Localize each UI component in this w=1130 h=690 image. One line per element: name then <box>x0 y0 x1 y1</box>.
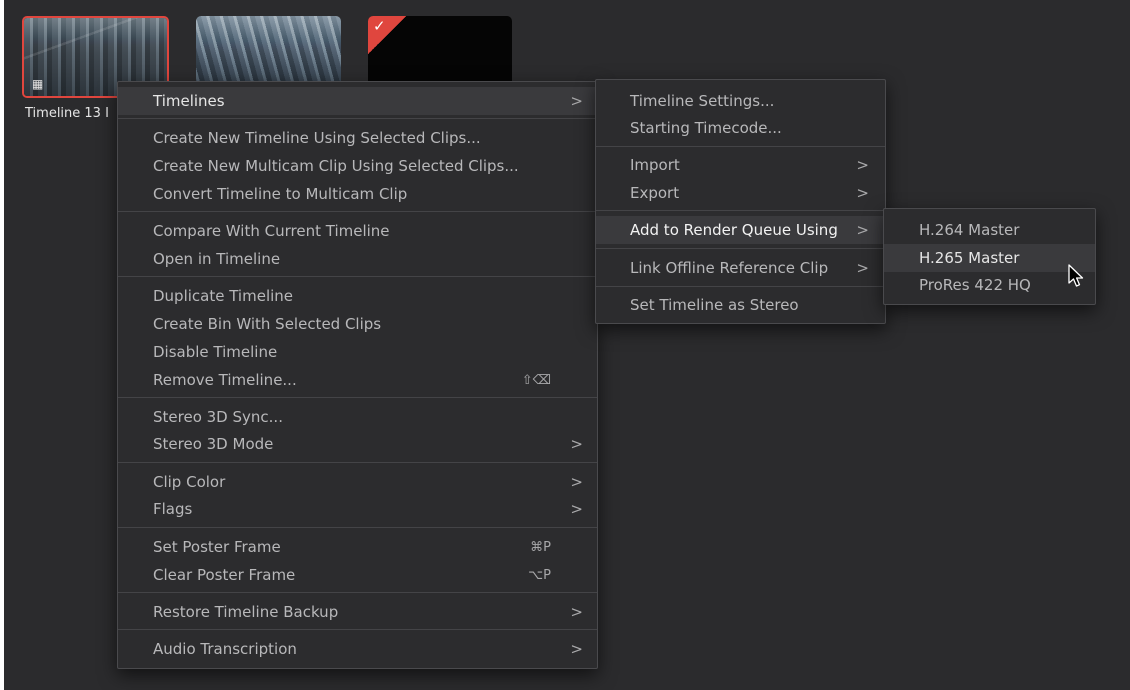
menu-item-label: Compare With Current Timeline <box>153 222 390 240</box>
menu-separator <box>118 527 597 528</box>
menu-item-label: Link Offline Reference Clip <box>630 259 829 277</box>
menu-item-create-bin[interactable]: Create Bin With Selected Clips <box>118 310 597 338</box>
menu-item-clear-poster-frame[interactable]: Clear Poster Frame ⌥P <box>118 561 597 589</box>
thumbnail-label[interactable]: Timeline 13 I <box>25 106 109 121</box>
chevron-right-icon: > <box>570 473 583 491</box>
menu-separator <box>118 592 597 593</box>
menu-item-stereo-sync[interactable]: Stereo 3D Sync... <box>118 403 597 431</box>
menu-item-label: Import <box>630 156 680 174</box>
menu-item-label: H.265 Master <box>919 249 1020 267</box>
menu-item-import[interactable]: Import > <box>596 151 885 179</box>
menu-item-label: Create New Multicam Clip Using Selected … <box>153 157 519 175</box>
menu-separator <box>118 397 597 398</box>
menu-item-label: ProRes 422 HQ <box>919 276 1031 294</box>
render-preset-submenu: H.264 Master H.265 Master ProRes 422 HQ <box>883 208 1096 305</box>
menu-item-label: Audio Transcription <box>153 640 297 658</box>
chevron-right-icon: > <box>856 221 869 239</box>
mouse-pointer-icon <box>1068 264 1084 287</box>
menu-item-create-new-timeline[interactable]: Create New Timeline Using Selected Clips… <box>118 124 597 152</box>
menu-item-label: Add to Render Queue Using <box>630 221 838 239</box>
chevron-right-icon: > <box>570 603 583 621</box>
shortcut-label: ⌘P <box>530 539 551 555</box>
menu-item-set-stereo[interactable]: Set Timeline as Stereo <box>596 291 885 319</box>
menu-item-timelines[interactable]: Timelines > <box>118 87 597 115</box>
menu-item-add-render-queue[interactable]: Add to Render Queue Using > <box>596 216 885 244</box>
menu-separator <box>596 210 885 211</box>
menu-item-label: H.264 Master <box>919 221 1020 239</box>
media-pool-panel: ▦ ▦ ✓ ▦ Timeline 13 I Timelines > Create… <box>4 0 1130 690</box>
flag-check-icon: ✓ <box>368 16 406 54</box>
menu-item-convert-multicam[interactable]: Convert Timeline to Multicam Clip <box>118 180 597 208</box>
menu-item-label: Restore Timeline Backup <box>153 603 339 621</box>
menu-item-compare[interactable]: Compare With Current Timeline <box>118 217 597 245</box>
menu-item-label: Convert Timeline to Multicam Clip <box>153 185 408 203</box>
menu-separator <box>596 146 885 147</box>
menu-item-stereo-mode[interactable]: Stereo 3D Mode > <box>118 430 597 458</box>
shortcut-label: ⇧⌫ <box>521 372 551 388</box>
menu-separator <box>118 629 597 630</box>
menu-item-label: Timeline Settings... <box>630 92 775 110</box>
menu-item-audio-transcription[interactable]: Audio Transcription > <box>118 635 597 663</box>
menu-item-timeline-settings[interactable]: Timeline Settings... <box>596 87 885 115</box>
menu-item-h265-master[interactable]: H.265 Master <box>884 244 1095 272</box>
menu-item-disable[interactable]: Disable Timeline <box>118 338 597 366</box>
menu-item-label: Clear Poster Frame <box>153 566 296 584</box>
chevron-right-icon: > <box>570 500 583 518</box>
menu-item-flags[interactable]: Flags > <box>118 495 597 523</box>
menu-item-h264-master[interactable]: H.264 Master <box>884 216 1095 244</box>
chevron-right-icon: > <box>570 640 583 658</box>
menu-item-label: Export <box>630 184 680 202</box>
menu-item-link-offline[interactable]: Link Offline Reference Clip > <box>596 254 885 282</box>
menu-item-label: Disable Timeline <box>153 343 278 361</box>
menu-item-label: Flags <box>153 500 193 518</box>
menu-item-label: Timelines <box>153 92 225 110</box>
timelines-submenu: Timeline Settings... Starting Timecode..… <box>595 79 886 324</box>
timeline-icon: ▦ <box>32 77 44 91</box>
menu-separator <box>118 118 597 119</box>
menu-separator <box>596 248 885 249</box>
menu-item-remove[interactable]: Remove Timeline... ⇧⌫ <box>118 366 597 394</box>
context-menu: Timelines > Create New Timeline Using Se… <box>117 81 598 669</box>
menu-item-clip-color[interactable]: Clip Color > <box>118 468 597 496</box>
menu-separator <box>118 276 597 277</box>
menu-item-label: Duplicate Timeline <box>153 287 294 305</box>
menu-item-create-multicam[interactable]: Create New Multicam Clip Using Selected … <box>118 152 597 180</box>
shortcut-label: ⌥P <box>528 567 551 583</box>
menu-separator <box>118 211 597 212</box>
menu-item-duplicate[interactable]: Duplicate Timeline <box>118 282 597 310</box>
chevron-right-icon: > <box>570 435 583 453</box>
menu-item-restore-backup[interactable]: Restore Timeline Backup > <box>118 598 597 626</box>
menu-item-prores-422-hq[interactable]: ProRes 422 HQ <box>884 271 1095 299</box>
menu-item-starting-timecode[interactable]: Starting Timecode... <box>596 114 885 142</box>
menu-item-label: Set Poster Frame <box>153 538 281 556</box>
menu-item-label: Stereo 3D Mode <box>153 435 274 453</box>
menu-item-label: Stereo 3D Sync... <box>153 408 283 426</box>
menu-item-label: Remove Timeline... <box>153 371 297 389</box>
menu-separator <box>118 462 597 463</box>
menu-item-label: Create New Timeline Using Selected Clips… <box>153 129 481 147</box>
chevron-right-icon: > <box>856 184 869 202</box>
chevron-right-icon: > <box>570 92 583 110</box>
chevron-right-icon: > <box>856 259 869 277</box>
menu-item-label: Starting Timecode... <box>630 119 782 137</box>
menu-item-open-in-timeline[interactable]: Open in Timeline <box>118 245 597 273</box>
chevron-right-icon: > <box>856 156 869 174</box>
menu-item-export[interactable]: Export > <box>596 179 885 207</box>
menu-item-label: Create Bin With Selected Clips <box>153 315 382 333</box>
menu-item-set-poster-frame[interactable]: Set Poster Frame ⌘P <box>118 533 597 561</box>
menu-item-label: Open in Timeline <box>153 250 281 268</box>
menu-item-label: Set Timeline as Stereo <box>630 296 799 314</box>
menu-separator <box>596 286 885 287</box>
menu-item-label: Clip Color <box>153 473 226 491</box>
